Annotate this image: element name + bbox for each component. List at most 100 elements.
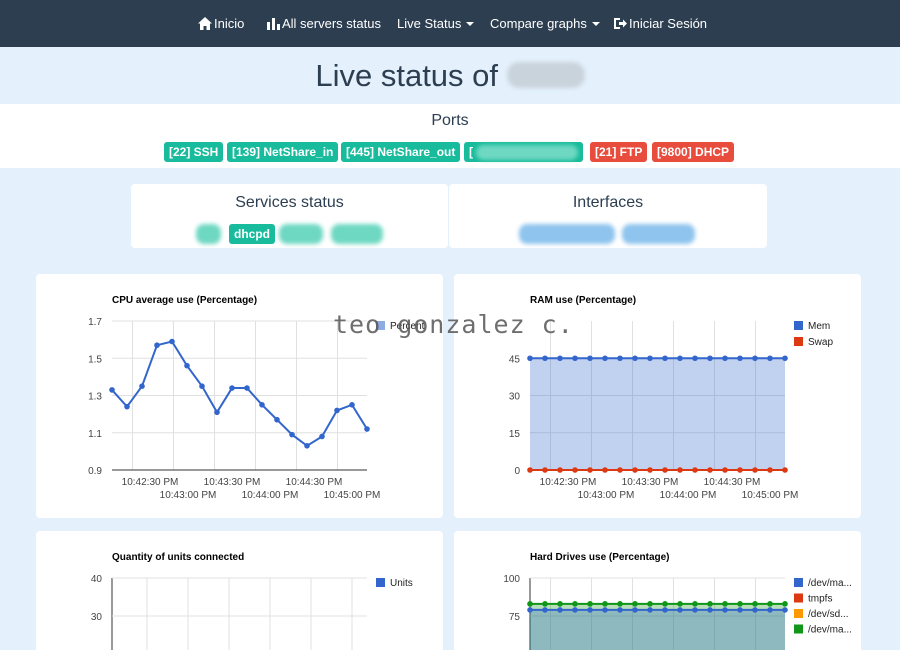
hdd-chart: 100 75/dev/ma... tmpfs/dev/sd... /dev/ma... [503, 574, 852, 650]
legend-label: Mem [808, 321, 830, 332]
y-tick-label: 40 [91, 574, 103, 585]
data-point [692, 601, 698, 607]
data-point [542, 355, 548, 362]
interfaces-title: Interfaces [572, 194, 644, 211]
ports-section: Ports [22] SSH [139] NetShare_in [445] N… [0, 104, 900, 168]
y-tick-label: 0.9 [88, 466, 102, 477]
data-point [587, 601, 593, 607]
y-tick-label: 30 [91, 612, 103, 623]
legend-swatch [794, 578, 803, 587]
data-point [617, 601, 623, 607]
data-point [602, 607, 608, 613]
nav-home-link[interactable]: Inicio [198, 0, 244, 47]
data-point [677, 467, 683, 473]
nav-login-label: Iniciar Sesión [629, 16, 708, 31]
nav-all-servers-link[interactable]: All servers status [267, 0, 381, 47]
data-point [782, 601, 788, 607]
nav-home-label: Inicio [214, 16, 245, 31]
data-point [319, 433, 325, 440]
sign-in-icon [614, 18, 627, 29]
redacted-service-1 [196, 224, 221, 244]
hdd-chart-card: Hard Drives use (Percentage) 100 75/dev/m… [454, 531, 861, 650]
data-point [572, 355, 578, 362]
data-point [557, 601, 563, 607]
data-point [782, 607, 788, 613]
data-point [692, 467, 698, 473]
legend-label: /dev/sd... [808, 609, 849, 620]
data-point [587, 607, 593, 613]
x-tick-label: 10:42:30 PM [122, 477, 179, 488]
legend-label: /dev/ma... [808, 578, 852, 589]
data-point [662, 355, 668, 362]
y-tick-label: 100 [503, 574, 520, 585]
data-point [782, 467, 788, 473]
legend-label: Units [390, 578, 413, 589]
data-point [677, 607, 683, 613]
legend-label: tmpfs [808, 594, 832, 605]
data-point [737, 607, 743, 613]
data-point [722, 607, 728, 613]
x-tick-label: 10:45:00 PM [742, 490, 799, 501]
nav-login-link[interactable]: Iniciar Sesión [613, 0, 707, 47]
data-point [647, 607, 653, 613]
y-tick-label: 1.5 [88, 354, 102, 365]
interfaces-panel: Interfaces [449, 184, 767, 248]
x-tick-label: 10:44:00 PM [660, 490, 717, 501]
data-point [692, 355, 698, 362]
y-tick-label: 1.3 [88, 392, 102, 403]
data-point [602, 355, 608, 362]
data-point [572, 467, 578, 473]
units-chart: 40 30 Units [91, 574, 413, 650]
data-point [722, 355, 728, 362]
y-tick-label: 30 [509, 392, 521, 403]
services-panel: Services status dhcpd [131, 184, 448, 248]
data-point [274, 416, 280, 423]
data-point [662, 601, 668, 607]
data-point [364, 426, 370, 432]
data-point [139, 383, 145, 389]
data-point [587, 355, 593, 362]
data-point [632, 607, 638, 613]
service-badge-dhcpd: dhcpd [229, 224, 275, 244]
data-point [527, 601, 533, 607]
data-point [767, 467, 773, 473]
data-point [109, 387, 115, 393]
data-point [587, 467, 593, 473]
y-tick-label: 75 [509, 612, 521, 623]
data-point [752, 601, 758, 607]
data-point [349, 402, 355, 408]
nav-compare-graphs-dropdown[interactable]: Compare graphs [490, 0, 600, 47]
x-tick-label: 10:44:30 PM [704, 477, 761, 488]
redacted-interface-2 [622, 224, 695, 244]
data-point [632, 355, 638, 362]
x-tick-label: 10:44:30 PM [286, 477, 343, 488]
data-point [752, 467, 758, 473]
data-point [767, 601, 773, 607]
page-title-text: Live status of [315, 58, 499, 93]
port-badge-redacted-label: [ [469, 145, 473, 159]
legend-swatch [794, 337, 803, 346]
data-point [542, 601, 548, 607]
y-tick-label: 45 [509, 354, 521, 365]
top-navbar: Inicio All servers status Live Status Co… [0, 0, 900, 47]
data-point [647, 467, 653, 473]
redacted-server-name [506, 62, 585, 88]
x-tick-label: 10:45:00 PM [324, 490, 381, 501]
x-tick-label: 10:43:00 PM [160, 490, 217, 501]
data-point [244, 385, 250, 391]
caret-down-icon [591, 22, 600, 26]
x-tick-label: 10:43:30 PM [204, 477, 261, 488]
port-badge-netshare-out: [445] NetShare_out [341, 142, 461, 162]
data-point [557, 607, 563, 613]
nav-live-status-dropdown[interactable]: Live Status [397, 0, 475, 47]
page-title: Live status of [0, 58, 900, 94]
data-point [767, 355, 773, 362]
area-fill-mem [530, 358, 785, 470]
data-point [752, 355, 758, 362]
data-point [169, 338, 175, 345]
data-point [229, 385, 235, 391]
series-line-percent [111, 340, 368, 447]
data-point [199, 383, 205, 389]
data-point [214, 409, 220, 416]
port-badge-netshare-in: [139] NetShare_in [227, 142, 339, 162]
